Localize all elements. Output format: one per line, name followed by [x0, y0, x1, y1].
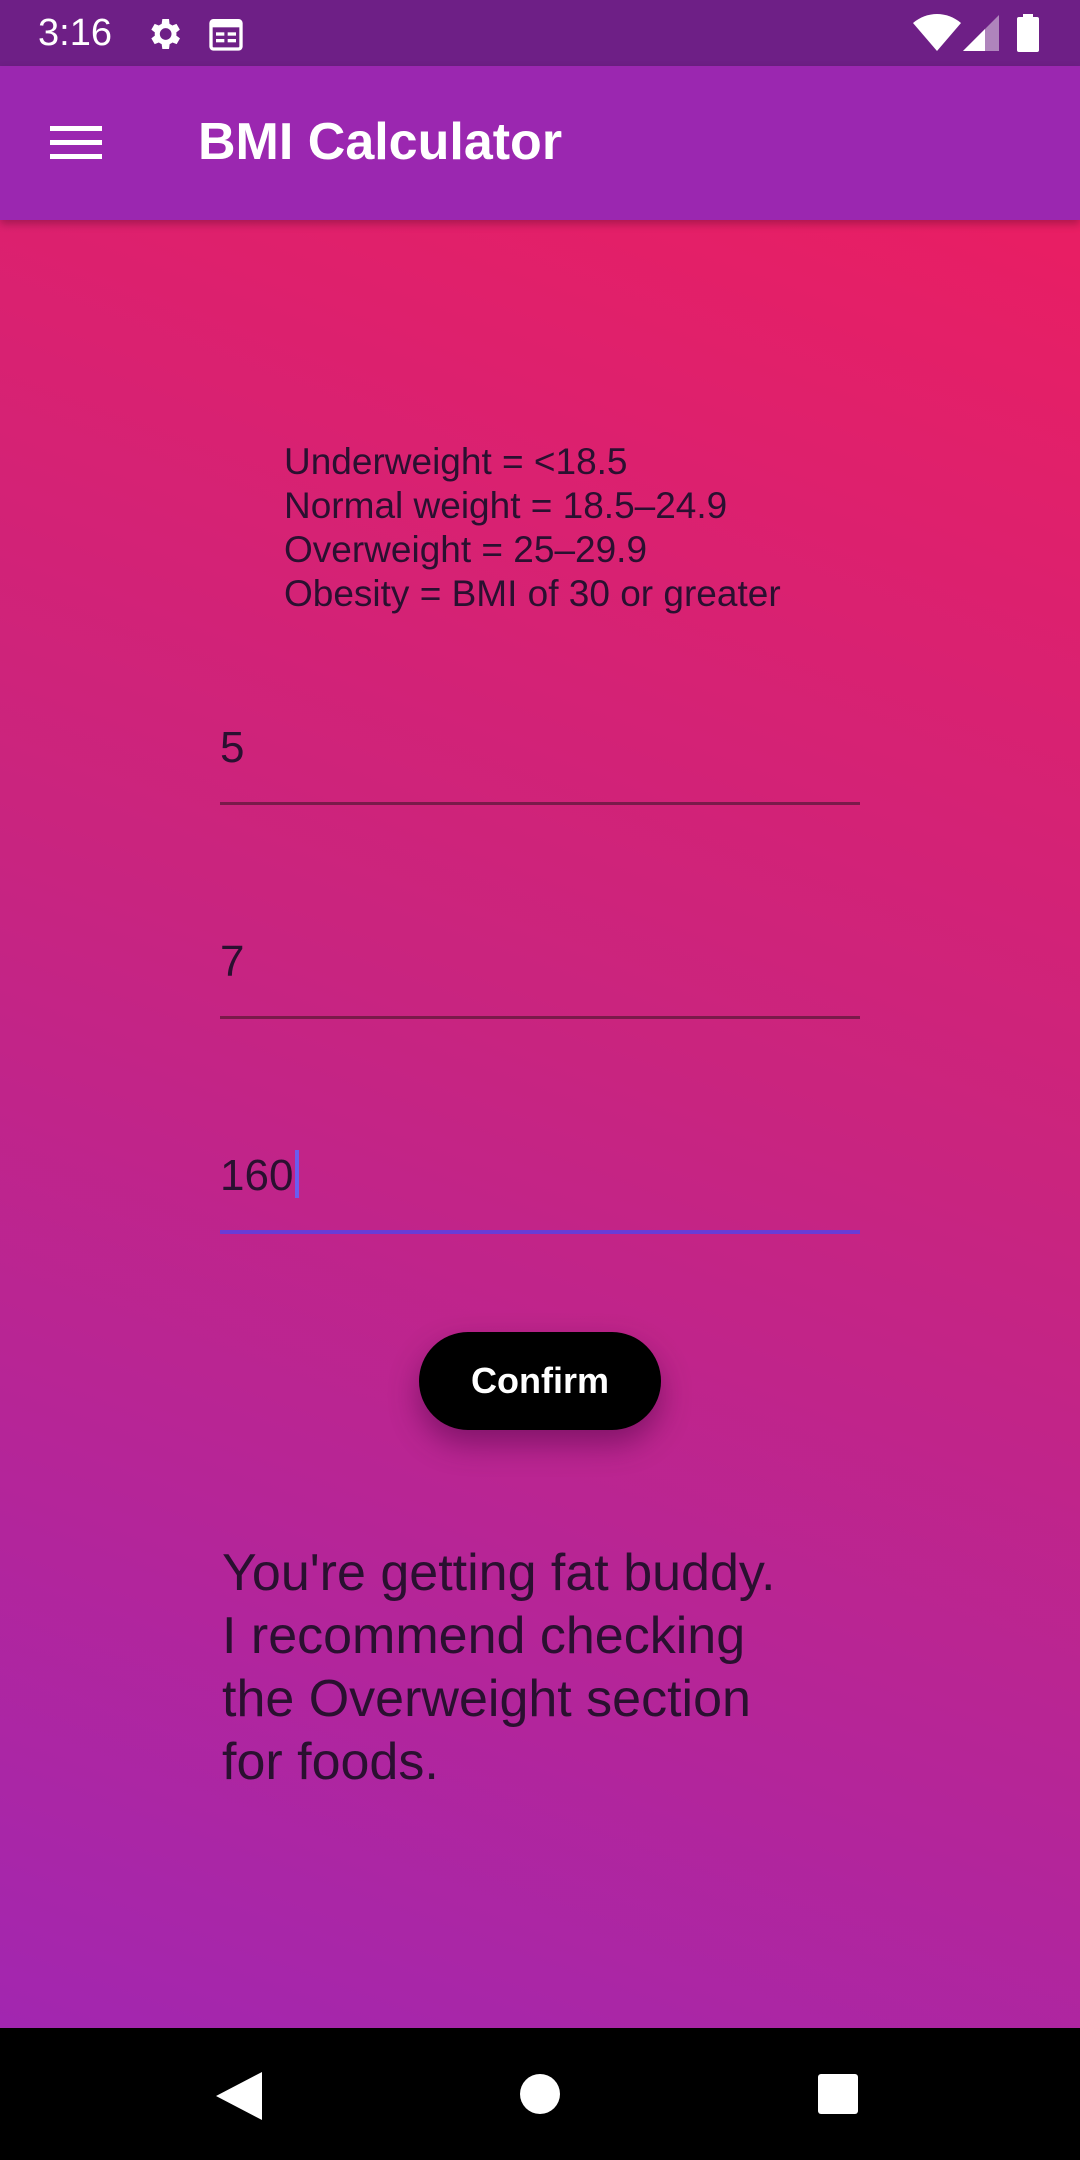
weight-input-value: 160	[220, 1150, 300, 1202]
app-bar: BMI Calculator	[0, 66, 1080, 220]
bmi-range-normal: Normal weight = 18.5–24.9	[284, 485, 728, 526]
result-line: for foods.	[222, 1733, 439, 1791]
result-line: I recommend checking	[222, 1607, 746, 1665]
inches-input-value: 7	[220, 937, 245, 986]
inches-input[interactable]: 7	[220, 916, 860, 1019]
main-content: Underweight = <18.5 Normal weight = 18.5…	[0, 220, 1080, 2028]
bmi-range-underweight: Underweight = <18.5	[284, 441, 628, 482]
app-title: BMI Calculator	[198, 113, 563, 171]
menu-button[interactable]	[36, 114, 118, 172]
confirm-button[interactable]: Confirm	[419, 1332, 661, 1430]
weight-input[interactable]: 160	[220, 1130, 860, 1234]
home-icon[interactable]	[520, 2074, 560, 2114]
battery-icon	[1017, 14, 1039, 52]
hamburger-menu-icon	[50, 126, 102, 159]
text-cursor	[295, 1150, 300, 1198]
gear-icon	[144, 14, 184, 54]
weight-input-text: 160	[220, 1151, 294, 1200]
result-line: You're getting fat buddy.	[222, 1544, 776, 1602]
result-line: the Overweight section	[222, 1670, 751, 1728]
signal-icon	[963, 15, 999, 51]
recents-icon[interactable]	[818, 2074, 858, 2114]
bmi-range-obesity: Obesity = BMI of 30 or greater	[284, 573, 781, 614]
result-message: You're getting fat buddy. I recommend ch…	[222, 1542, 922, 1794]
wifi-icon	[913, 14, 961, 52]
feet-input[interactable]: 5	[220, 702, 860, 805]
navigation-bar	[0, 2028, 1080, 2160]
status-bar: 3:16	[0, 0, 1080, 66]
feet-input-value: 5	[220, 723, 245, 772]
bmi-range-overweight: Overweight = 25–29.9	[284, 529, 648, 570]
status-time: 3:16	[38, 12, 112, 54]
calendar-icon	[206, 14, 246, 54]
bmi-ranges-text: Underweight = <18.5 Normal weight = 18.5…	[284, 440, 781, 616]
back-icon[interactable]	[216, 2072, 262, 2120]
